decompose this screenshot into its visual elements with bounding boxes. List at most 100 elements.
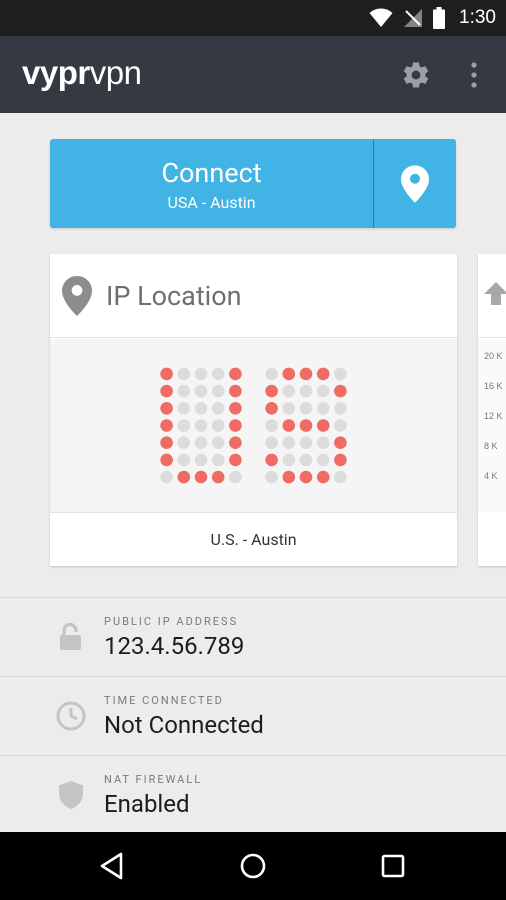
lit-dot bbox=[282, 367, 296, 381]
time-connected-row: TIME CONNECTED Not Connected bbox=[0, 676, 506, 755]
lit-dot bbox=[299, 367, 313, 381]
ip-location-card[interactable]: IP Location U.S. - Austin bbox=[50, 254, 457, 566]
brand-light: vpn bbox=[89, 54, 142, 91]
lit-dot bbox=[229, 436, 242, 449]
lit-dot bbox=[229, 367, 242, 381]
lit-dot bbox=[265, 402, 278, 415]
peek-chart: 20 K 16 K 12 K 8 K 4 K bbox=[478, 339, 506, 512]
public-ip-value: 123.4.56.789 bbox=[104, 632, 245, 660]
wifi-icon bbox=[369, 8, 393, 27]
unlit-dot bbox=[299, 384, 313, 398]
unlit-dot bbox=[194, 367, 208, 381]
status-time: 1:30 bbox=[459, 7, 496, 28]
recents-icon[interactable] bbox=[377, 850, 409, 882]
card-body bbox=[50, 339, 457, 512]
location-pin-icon bbox=[62, 276, 92, 316]
unlit-dot bbox=[194, 402, 208, 415]
navigation-bar bbox=[0, 832, 506, 900]
card-title: IP Location bbox=[106, 280, 242, 312]
unlit-dot bbox=[282, 384, 296, 398]
unlit-dot bbox=[316, 384, 330, 398]
home-icon[interactable] bbox=[237, 850, 269, 882]
peek-header bbox=[478, 254, 506, 338]
unlit-dot bbox=[265, 470, 278, 484]
lit-dot bbox=[334, 436, 347, 449]
connect-location: USA - Austin bbox=[167, 193, 256, 212]
lit-dot bbox=[177, 470, 191, 484]
lit-dot bbox=[211, 470, 225, 484]
unlit-dot bbox=[282, 436, 296, 449]
unlit-dot bbox=[211, 419, 225, 432]
clock-icon bbox=[56, 701, 86, 731]
lit-dot bbox=[282, 470, 296, 484]
status-bar: 1:30 bbox=[0, 0, 506, 36]
status-icons: 1:30 bbox=[369, 0, 496, 36]
peek-tick: 4 K bbox=[484, 471, 498, 481]
bandwidth-card-peek[interactable]: 20 K 16 K 12 K 8 K 4 K bbox=[478, 254, 506, 566]
lit-dot bbox=[160, 384, 173, 398]
unlit-dot bbox=[265, 367, 278, 381]
time-connected-value: Not Connected bbox=[104, 711, 264, 739]
unlit-dot bbox=[334, 419, 347, 432]
choose-location-button[interactable] bbox=[374, 139, 456, 228]
unlit-dot bbox=[177, 367, 191, 381]
upload-arrow-icon bbox=[484, 282, 506, 305]
connect-main[interactable]: Connect USA - Austin bbox=[50, 139, 373, 228]
lit-dot bbox=[334, 453, 347, 467]
overflow-menu-icon[interactable] bbox=[464, 60, 484, 90]
time-connected-label: TIME CONNECTED bbox=[104, 694, 224, 707]
lit-dot bbox=[160, 402, 173, 415]
lit-dot bbox=[334, 384, 347, 398]
unlit-dot bbox=[265, 419, 278, 432]
peek-tick: 12 K bbox=[484, 411, 503, 421]
unlit-dot bbox=[334, 367, 347, 381]
peek-tick: 20 K bbox=[484, 351, 503, 361]
unlit-dot bbox=[211, 453, 225, 467]
unlit-dot bbox=[160, 470, 173, 484]
unlit-dot bbox=[194, 384, 208, 398]
unlit-dot bbox=[299, 436, 313, 449]
nat-firewall-value: Enabled bbox=[104, 790, 190, 818]
connection-info: PUBLIC IP ADDRESS 123.4.56.789 TIME CONN… bbox=[0, 597, 506, 834]
lit-dot bbox=[265, 453, 278, 467]
lit-dot bbox=[160, 453, 173, 467]
lock-icon bbox=[60, 622, 81, 650]
lit-dot bbox=[316, 419, 330, 432]
unlit-dot bbox=[177, 419, 191, 432]
lit-dot bbox=[299, 419, 313, 432]
settings-gear-icon[interactable] bbox=[401, 60, 431, 90]
lit-dot bbox=[316, 470, 330, 484]
unlit-dot bbox=[299, 402, 313, 415]
card-location: U.S. - Austin bbox=[50, 512, 457, 566]
shield-icon bbox=[59, 781, 83, 809]
battery-icon bbox=[433, 7, 446, 29]
unlit-dot bbox=[282, 402, 296, 415]
nat-firewall-label: NAT FIREWALL bbox=[104, 773, 203, 786]
brand-bold: vypr bbox=[22, 54, 90, 91]
lit-dot bbox=[265, 384, 278, 398]
lit-dot bbox=[229, 419, 242, 432]
unlit-dot bbox=[316, 436, 330, 449]
unlit-dot bbox=[194, 453, 208, 467]
unlit-dot bbox=[316, 402, 330, 415]
nat-firewall-row: NAT FIREWALL Enabled bbox=[0, 755, 506, 834]
lit-dot bbox=[160, 419, 173, 432]
unlit-dot bbox=[194, 419, 208, 432]
unlit-dot bbox=[229, 470, 242, 484]
app-bar: vyprvpn bbox=[0, 36, 506, 113]
connect-button[interactable]: Connect USA - Austin bbox=[50, 139, 456, 228]
peek-tick: 8 K bbox=[484, 441, 498, 451]
unlit-dot bbox=[211, 436, 225, 449]
lit-dot bbox=[229, 453, 242, 467]
lit-dot bbox=[316, 367, 330, 381]
lit-dot bbox=[282, 419, 296, 432]
no-signal-icon bbox=[404, 9, 423, 27]
unlit-dot bbox=[316, 453, 330, 467]
unlit-dot bbox=[211, 367, 225, 381]
lit-dot bbox=[229, 402, 242, 415]
back-icon[interactable] bbox=[97, 850, 129, 882]
public-ip-label: PUBLIC IP ADDRESS bbox=[104, 615, 239, 628]
lit-dot bbox=[229, 384, 242, 398]
unlit-dot bbox=[194, 436, 208, 449]
unlit-dot bbox=[177, 436, 191, 449]
